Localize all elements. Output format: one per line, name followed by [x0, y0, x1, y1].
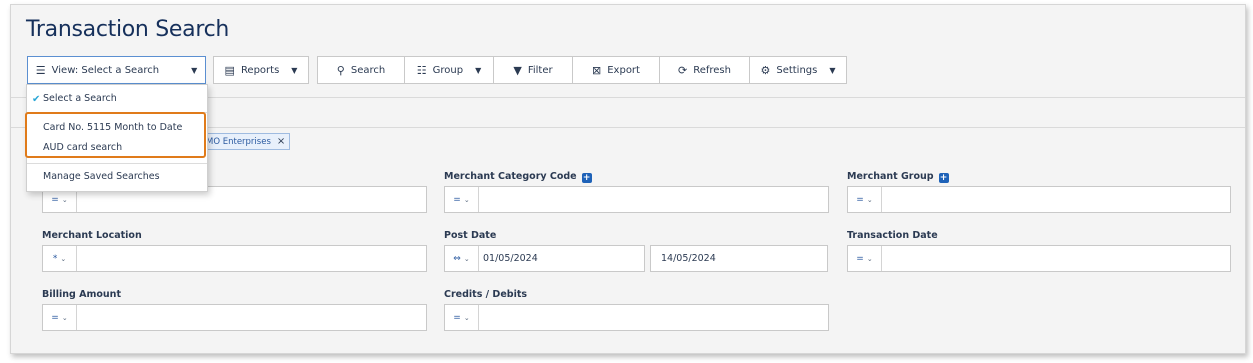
filter-chip[interactable]: MO Enterprises ×: [201, 133, 291, 150]
billing-amount-input[interactable]: [77, 305, 426, 330]
merchant-category-code-label: Merchant Category Code +: [444, 171, 592, 183]
magnifier-icon: ⚲: [336, 63, 345, 77]
post-date-to-input[interactable]: 14/05/2024: [651, 246, 827, 271]
refresh-icon: ⟳: [678, 63, 688, 77]
filter-label: Filter: [527, 64, 553, 76]
credits-debits-field[interactable]: = ⌄: [444, 304, 829, 331]
post-date-to-field[interactable]: 14/05/2024: [650, 245, 828, 272]
operator-value: =: [453, 312, 461, 323]
dropdown-item-manage-saved-searches[interactable]: Manage Saved Searches: [43, 171, 160, 182]
merchant-category-code-input[interactable]: [479, 187, 828, 212]
post-date-from-input[interactable]: 01/05/2024: [479, 246, 644, 271]
document-icon: ▤: [224, 63, 235, 77]
operator-value: =: [51, 312, 59, 323]
divider: [27, 163, 207, 164]
post-date-label: Post Date: [444, 230, 497, 241]
credits-debits-input[interactable]: [479, 305, 828, 330]
operator-value: =: [453, 194, 461, 205]
operator-value: =: [856, 253, 864, 264]
transaction-date-label: Transaction Date: [847, 230, 938, 241]
operator-select[interactable]: * ⌄: [43, 246, 77, 271]
chevron-down-icon: ⌄: [463, 195, 470, 204]
dropdown-item-select-a-search[interactable]: Select a Search: [43, 93, 117, 104]
reports-label: Reports: [240, 64, 280, 76]
caret-down-icon: ▼: [475, 65, 482, 75]
page-title: Transaction Search: [26, 17, 230, 42]
transaction-date-field[interactable]: = ⌄: [847, 245, 1231, 272]
merchant-location-input[interactable]: [77, 246, 426, 271]
operator-value: =: [51, 194, 59, 205]
chevron-down-icon: ⌄: [61, 313, 68, 322]
add-icon[interactable]: +: [581, 173, 592, 183]
chevron-down-icon: ⌄: [463, 254, 470, 263]
merchant-group-input[interactable]: [882, 187, 1230, 212]
chevron-down-icon: ⌄: [463, 313, 470, 322]
caret-down-icon: ▼: [291, 65, 298, 75]
post-date-from-field[interactable]: ⇔ ⌄ 01/05/2024: [444, 245, 645, 272]
view-select-label: View: Select a Search: [51, 64, 160, 76]
filter-chip-label: MO Enterprises: [206, 136, 271, 147]
operator-select[interactable]: = ⌄: [445, 305, 479, 330]
operator-select[interactable]: = ⌄: [445, 187, 479, 212]
chevron-down-icon: ⌄: [866, 195, 873, 204]
chevron-down-icon: ⌄: [866, 254, 873, 263]
merchant-location-label: Merchant Location: [42, 230, 142, 241]
settings-label: Settings: [776, 64, 818, 76]
refresh-button[interactable]: ⟳ Refresh: [659, 56, 750, 84]
transaction-date-input[interactable]: [882, 246, 1230, 271]
caret-down-icon: ▼: [829, 65, 836, 75]
operator-select[interactable]: = ⌄: [848, 246, 882, 271]
billing-amount-label: Billing Amount: [42, 289, 121, 300]
operator-select[interactable]: = ⌄: [848, 187, 882, 212]
group-label: Group: [432, 64, 464, 76]
settings-button[interactable]: ⚙ Settings ▼: [749, 56, 847, 84]
credits-debits-label: Credits / Debits: [444, 289, 528, 300]
merchant-location-field[interactable]: * ⌄: [42, 245, 427, 272]
operator-select[interactable]: ⇔ ⌄: [445, 246, 479, 271]
add-icon[interactable]: +: [938, 173, 949, 183]
operator-value: =: [856, 194, 864, 205]
operator-select[interactable]: = ⌄: [43, 305, 77, 330]
merchant-group-label: Merchant Group +: [847, 171, 949, 183]
export-label: Export: [607, 64, 640, 76]
export-button[interactable]: ⊠ Export: [572, 56, 660, 84]
range-icon: ⇔: [453, 253, 461, 264]
search-label: Search: [350, 64, 386, 76]
view-select-button[interactable]: ☰ View: Select a Search ▼: [27, 56, 206, 84]
highlight-box: [25, 112, 206, 158]
billing-amount-field[interactable]: = ⌄: [42, 304, 427, 331]
gear-icon: ⚙: [760, 63, 771, 77]
caret-down-icon: ▼: [191, 65, 198, 75]
reports-button[interactable]: ▤ Reports ▼: [213, 56, 309, 84]
checkmark-icon: ✔: [32, 94, 41, 105]
refresh-label: Refresh: [693, 64, 731, 76]
filter-button[interactable]: ▼ Filter: [493, 56, 573, 84]
merchant-group-field[interactable]: = ⌄: [847, 186, 1231, 213]
group-icon: ☷: [416, 63, 427, 77]
chevron-down-icon: ⌄: [60, 254, 67, 263]
group-button[interactable]: ☷ Group ▼: [404, 56, 494, 84]
list-icon: ☰: [35, 63, 46, 77]
funnel-icon: ▼: [513, 63, 522, 77]
merchant-category-code-field[interactable]: = ⌄: [444, 186, 829, 213]
chevron-down-icon: ⌄: [61, 195, 68, 204]
close-icon[interactable]: ×: [277, 136, 285, 147]
search-button[interactable]: ⚲ Search: [317, 56, 405, 84]
operator-value: *: [52, 253, 58, 264]
excel-icon: ⊠: [592, 63, 602, 77]
